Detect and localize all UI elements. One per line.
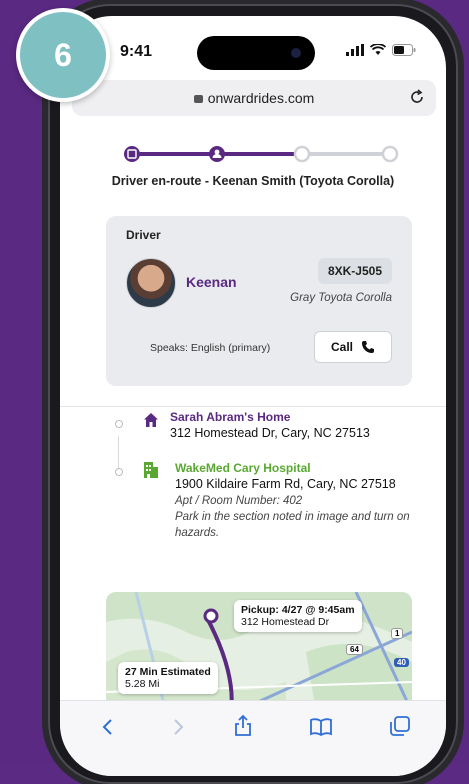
eta-time: 27 Min Estimated [125, 666, 211, 678]
pickup-location: Sarah Abram's Home 312 Homestead Dr, Car… [170, 410, 370, 440]
vehicle-description: Gray Toyota Corolla [290, 292, 392, 304]
status-icons [346, 44, 416, 56]
dropoff-name: WakeMed Cary Hospital [175, 461, 311, 475]
wifi-icon [370, 44, 386, 55]
route-map[interactable]: Pickup: 4/27 @ 9:45am 312 Homestead Dr 2… [106, 592, 412, 712]
back-icon[interactable] [102, 719, 114, 735]
dropoff-address: 1900 Kildaire Farm Rd, Cary, NC 27518 [175, 477, 396, 491]
dropoff-apt: Apt / Room Number: 402 [175, 495, 303, 507]
pickup-name: Sarah Abram's Home [170, 410, 291, 424]
battery-icon [392, 44, 416, 56]
route-shield-40: 40 [394, 658, 409, 667]
route-shield-1: 1 [391, 628, 404, 639]
eta-callout: 27 Min Estimated 5.28 Mi [118, 662, 218, 694]
eta-distance: 5.28 Mi [125, 678, 160, 690]
bookmarks-icon[interactable] [310, 718, 332, 736]
reload-icon[interactable] [408, 88, 426, 106]
pickup-address: 312 Homestead Dr, Cary, NC 27513 [170, 426, 370, 440]
driver-card: Driver Keenan 8XK-J505 Gray Toyota Corol… [106, 216, 412, 386]
driver-name: Keenan [186, 274, 237, 290]
url-text: onwardrides.com [72, 90, 436, 106]
pickup-dot [115, 420, 123, 428]
driver-card-title: Driver [126, 228, 161, 242]
share-icon[interactable] [234, 715, 252, 737]
browser-toolbar [60, 700, 446, 776]
route-line [118, 436, 119, 472]
url-label: onwardrides.com [207, 90, 315, 106]
driver-avatar [126, 258, 176, 308]
tabs-icon[interactable] [390, 716, 410, 736]
step-number-badge: 6 [16, 8, 110, 102]
dropoff-location: WakeMed Cary Hospital 1900 Kildaire Farm… [175, 461, 415, 541]
lock-icon [193, 95, 203, 103]
dropoff-dot [115, 468, 123, 476]
phone-screen: 9:41 onwardrides.com Driver en-route - K… [60, 16, 446, 776]
phone-icon [362, 341, 374, 353]
signal-icon [346, 44, 364, 56]
trip-status-text: Driver en-route - Keenan Smith (Toyota C… [111, 174, 395, 188]
pickup-callout-address: 312 Homestead Dr [241, 616, 330, 628]
pickup-callout: Pickup: 4/27 @ 9:45am 312 Homestead Dr [234, 600, 362, 632]
forward-icon[interactable] [172, 719, 184, 735]
trip-progress-stepper [124, 145, 399, 163]
call-label: Call [330, 340, 353, 354]
home-icon [144, 413, 158, 427]
hospital-icon [144, 462, 158, 478]
status-bar: 9:41 [60, 16, 446, 76]
section-divider [60, 406, 446, 407]
dropoff-note: Park in the section noted in image and t… [175, 511, 410, 539]
call-driver-button[interactable]: Call [314, 331, 392, 363]
step-confirmed-icon [124, 146, 140, 162]
step-pickup-icon [293, 145, 311, 163]
browser-address-bar[interactable]: onwardrides.com [72, 80, 436, 116]
pickup-callout-time: Pickup: 4/27 @ 9:45am [241, 604, 355, 616]
step-dropoff-icon [381, 145, 399, 163]
route-shield-64: 64 [346, 644, 363, 655]
status-time: 9:41 [120, 43, 153, 60]
dynamic-island [197, 36, 315, 70]
driver-languages: Speaks: English (primary) [150, 342, 271, 354]
license-plate: 8XK-J505 [317, 258, 392, 284]
